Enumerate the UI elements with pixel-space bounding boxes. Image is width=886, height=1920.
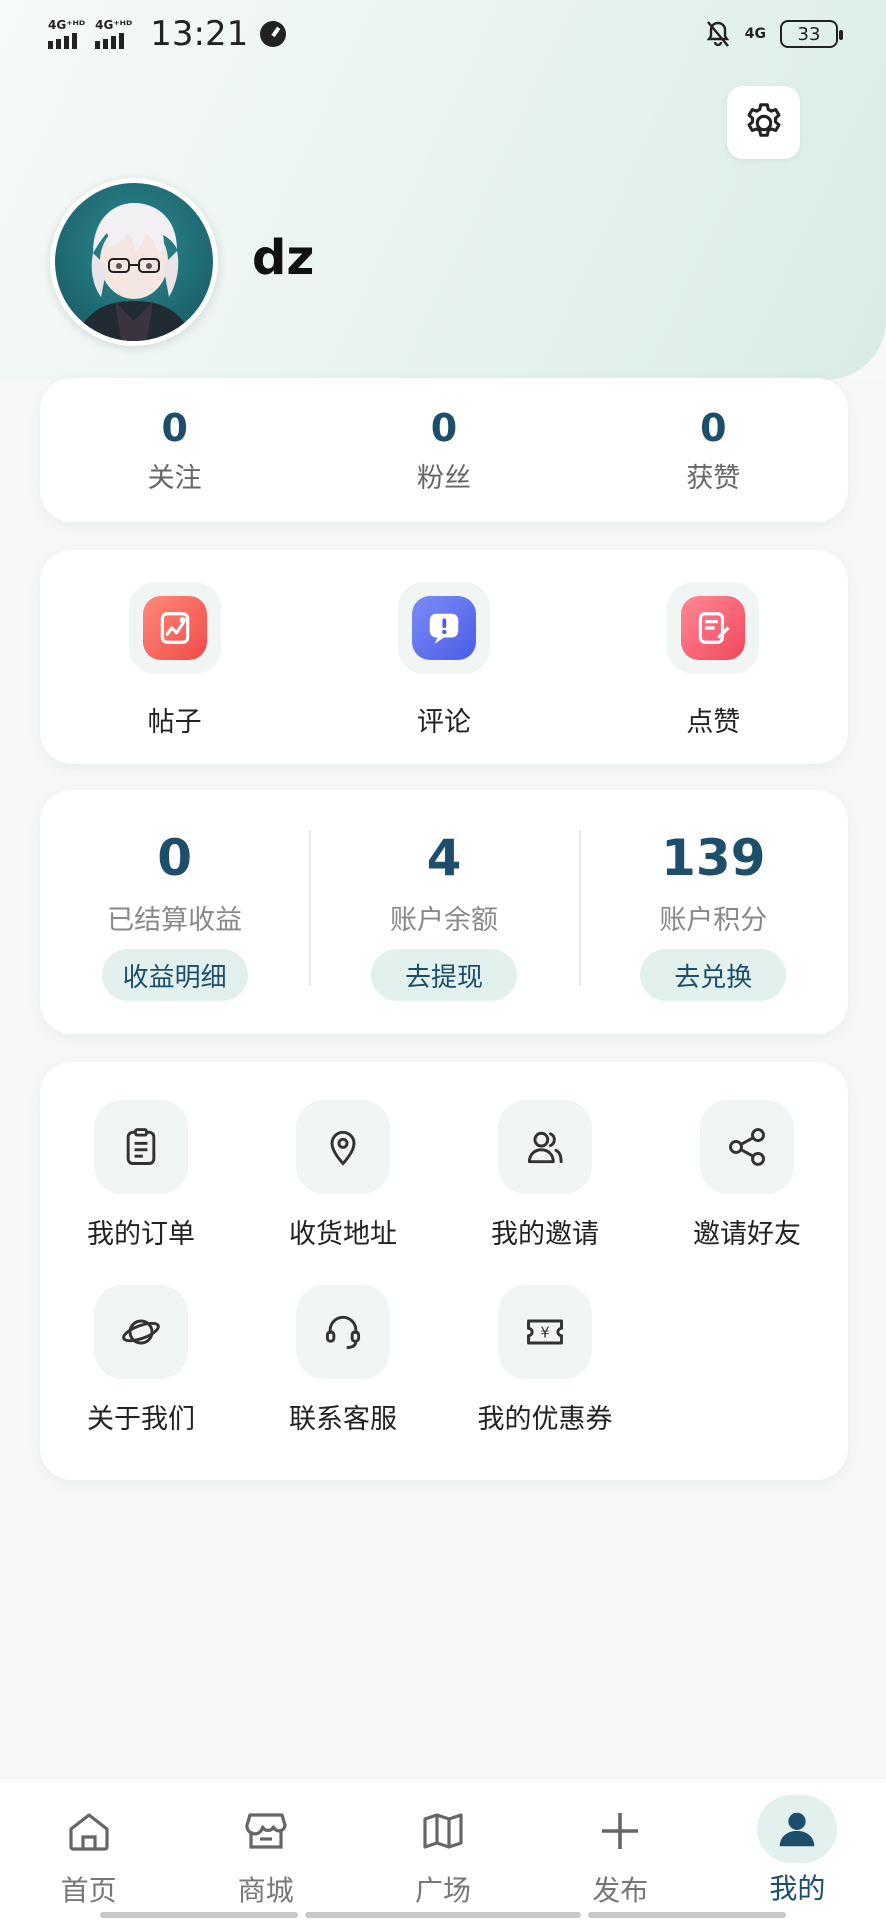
tab-store[interactable]: 商城 bbox=[177, 1779, 354, 1920]
service-label: 我的优惠券 bbox=[477, 1404, 613, 1435]
stat-followers[interactable]: 0 粉丝 bbox=[309, 378, 578, 522]
tab-square[interactable]: 广场 bbox=[354, 1779, 531, 1920]
home-icon bbox=[68, 1813, 109, 1851]
store-icon bbox=[245, 1813, 287, 1849]
signal-icon: 4G⁺ᴴᴰ bbox=[48, 19, 85, 49]
shortcut-likes[interactable]: 点赞 bbox=[579, 550, 848, 764]
battery-icon: 33 bbox=[780, 20, 843, 48]
service-label: 我的邀请 bbox=[491, 1219, 599, 1250]
like-icon bbox=[681, 596, 746, 660]
network-type: 4G bbox=[744, 26, 766, 42]
bell-muted-icon bbox=[706, 21, 730, 47]
map-icon bbox=[423, 1813, 463, 1849]
comment-icon bbox=[411, 596, 476, 660]
gesture-bar bbox=[305, 1912, 581, 1918]
speedometer-icon bbox=[260, 21, 287, 47]
service-about-us[interactable]: 关于我们 bbox=[40, 1285, 242, 1436]
points-value: 139 bbox=[661, 829, 766, 887]
coupon-icon: ¥ bbox=[527, 1319, 563, 1345]
wallet-balance: 4 账户余额 去提现 bbox=[309, 790, 578, 1034]
tab-mine[interactable]: 我的 bbox=[709, 1779, 886, 1920]
clock: 13:21 bbox=[150, 14, 249, 54]
stat-likes[interactable]: 0 获赞 bbox=[579, 378, 848, 522]
clipboard-icon bbox=[126, 1128, 156, 1165]
service-label: 联系客服 bbox=[289, 1404, 397, 1435]
service-label: 我的订单 bbox=[87, 1219, 195, 1250]
stat-value: 0 bbox=[700, 405, 727, 450]
shortcut-label: 帖子 bbox=[147, 707, 202, 738]
tab-home[interactable]: 首页 bbox=[0, 1779, 177, 1920]
stat-value: 0 bbox=[161, 405, 188, 450]
plus-icon bbox=[602, 1813, 639, 1849]
wallet-points: 139 账户积分 去兑换 bbox=[578, 790, 848, 1034]
share-icon bbox=[729, 1128, 765, 1166]
gesture-bar bbox=[100, 1912, 298, 1918]
earnings-label: 已结算收益 bbox=[107, 905, 243, 936]
sim1-label: 4G⁺ᴴᴰ bbox=[48, 18, 86, 32]
services-card: 我的订单 收货地址 我的邀请 邀请好友 关于我们 联系客服 ¥ 我的优惠券 bbox=[40, 1062, 848, 1480]
avatar[interactable] bbox=[50, 178, 218, 346]
service-label: 邀请好友 bbox=[693, 1219, 801, 1250]
balance-value: 4 bbox=[426, 829, 462, 887]
shortcut-label: 评论 bbox=[416, 707, 471, 738]
users-icon bbox=[527, 1131, 563, 1164]
battery-level: 33 bbox=[797, 23, 821, 45]
service-my-orders[interactable]: 我的订单 bbox=[40, 1100, 242, 1251]
tab-publish[interactable]: 发布 bbox=[532, 1779, 709, 1920]
shortcut-comments[interactable]: 评论 bbox=[309, 550, 578, 764]
gesture-bar bbox=[588, 1912, 786, 1918]
stat-label: 关注 bbox=[147, 462, 202, 494]
earnings-detail-button[interactable]: 收益明细 bbox=[101, 949, 248, 1001]
stat-label: 粉丝 bbox=[416, 462, 471, 494]
signal-icon: 4G⁺ᴴᴰ bbox=[95, 19, 132, 49]
tab-label: 广场 bbox=[415, 1874, 472, 1907]
user-icon bbox=[780, 1812, 815, 1847]
headset-icon bbox=[325, 1315, 361, 1350]
balance-label: 账户余额 bbox=[389, 905, 498, 936]
service-address[interactable]: 收货地址 bbox=[242, 1100, 444, 1251]
wallet-earnings: 0 已结算收益 收益明细 bbox=[40, 790, 309, 1034]
gear-icon bbox=[747, 102, 780, 137]
service-invite-friends[interactable]: 邀请好友 bbox=[646, 1100, 848, 1251]
redeem-button[interactable]: 去兑换 bbox=[640, 949, 787, 1001]
stat-following[interactable]: 0 关注 bbox=[40, 378, 309, 522]
earnings-value: 0 bbox=[157, 829, 193, 887]
service-label: 关于我们 bbox=[87, 1404, 195, 1435]
settings-button[interactable] bbox=[727, 86, 800, 159]
service-my-invites[interactable]: 我的邀请 bbox=[444, 1100, 646, 1251]
sim2-label: 4G⁺ᴴᴰ bbox=[95, 18, 133, 32]
svg-text:¥: ¥ bbox=[540, 1325, 549, 1342]
location-pin-icon bbox=[330, 1130, 356, 1166]
points-label: 账户积分 bbox=[659, 905, 768, 936]
tab-label: 我的 bbox=[769, 1872, 826, 1905]
tab-label: 首页 bbox=[60, 1874, 117, 1907]
status-bar: 4G⁺ᴴᴰ 4G⁺ᴴᴰ 13:21 4G 33 bbox=[0, 0, 886, 68]
service-label: 收货地址 bbox=[289, 1219, 397, 1250]
posts-icon bbox=[142, 596, 207, 660]
stat-value: 0 bbox=[430, 405, 458, 450]
shortcut-posts[interactable]: 帖子 bbox=[40, 550, 309, 764]
tab-label: 发布 bbox=[592, 1874, 649, 1907]
wallet-card: 0 已结算收益 收益明细 4 账户余额 去提现 139 账户积分 去兑换 bbox=[40, 790, 848, 1034]
service-my-coupons[interactable]: ¥ 我的优惠券 bbox=[444, 1285, 646, 1436]
stat-label: 获赞 bbox=[686, 462, 741, 494]
bottom-tab-bar: 首页 商城 广场 发布 我的 bbox=[0, 1778, 886, 1920]
withdraw-button[interactable]: 去提现 bbox=[370, 949, 517, 1001]
tab-label: 商城 bbox=[237, 1874, 294, 1907]
content-shortcuts-card: 帖子 评论 点赞 bbox=[40, 550, 848, 764]
shortcut-label: 点赞 bbox=[686, 707, 741, 738]
username: dz bbox=[252, 230, 315, 286]
stats-card: 0 关注 0 粉丝 0 获赞 bbox=[40, 378, 848, 522]
service-contact-support[interactable]: 联系客服 bbox=[242, 1285, 444, 1436]
avatar-image bbox=[75, 203, 193, 341]
planet-icon bbox=[122, 1319, 160, 1345]
